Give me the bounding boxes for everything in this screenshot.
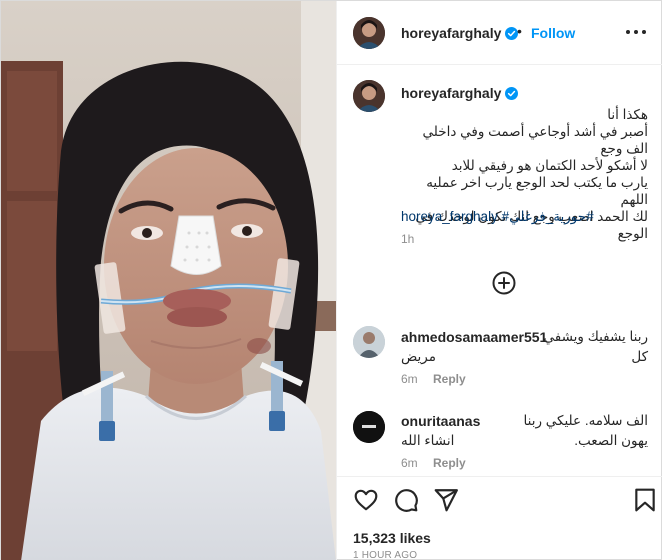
comment-bubble-icon[interactable] xyxy=(393,487,419,513)
post-header: horeyafarghaly • Follow xyxy=(337,1,662,65)
caption-avatar[interactable] xyxy=(353,80,385,112)
comment-time: 6m xyxy=(401,456,418,470)
reply-button[interactable]: Reply xyxy=(433,372,466,386)
post-photo[interactable] xyxy=(1,1,336,560)
caption-line: هكذا أنا xyxy=(607,107,648,122)
caption-line: لا أشكو لأحد الكتمان هو رفيقي للابد xyxy=(451,158,648,173)
comment-text-continued: مريض xyxy=(401,349,436,364)
comment-meta: 6m Reply xyxy=(401,372,466,386)
post-image xyxy=(1,1,336,560)
caption-timestamp[interactable]: 1h xyxy=(401,232,414,246)
post-actions: 15,323 likes 1 HOUR AGO xyxy=(337,476,662,560)
caption-line: يارب ما يكتب لحد الوجع يارب اخر عمليه ال… xyxy=(426,175,648,207)
caption-username[interactable]: horeyafarghaly xyxy=(401,85,519,101)
author-avatar[interactable] xyxy=(353,17,385,49)
paper-plane-icon[interactable] xyxy=(433,487,459,513)
comments-section[interactable]: horeyafarghaly هكذا أنا أصبر في أشد أوجا… xyxy=(337,66,662,476)
commenter-username[interactable]: onuritaanas xyxy=(401,413,480,429)
comment-meta: 6m Reply xyxy=(401,456,466,470)
plus-circle-icon[interactable] xyxy=(492,271,516,295)
bookmark-icon[interactable] xyxy=(632,487,658,513)
comment-text-continued: انشاء الله xyxy=(401,433,455,448)
caption-hashtags: horeya_farghaly #حورية_فرغلي# xyxy=(401,209,648,225)
post-timestamp[interactable]: 1 HOUR AGO xyxy=(353,550,417,560)
like-count[interactable]: 15,323 likes xyxy=(353,530,431,546)
more-options-icon[interactable] xyxy=(626,25,646,39)
comment-time: 6m xyxy=(401,372,418,386)
heart-icon[interactable] xyxy=(353,487,379,513)
header-separator: • xyxy=(517,23,522,39)
post-sidebar: horeyafarghaly • Follow horeyafarghaly ه… xyxy=(336,1,662,560)
caption-line: أصبر في أشد أوجاعي أصمت وفي داخلي الف وج… xyxy=(422,124,648,156)
reply-button[interactable]: Reply xyxy=(433,456,466,470)
commenter-avatar[interactable] xyxy=(353,326,385,358)
verified-badge-icon xyxy=(505,87,519,100)
commenter-username[interactable]: ahmedosamaamer551 xyxy=(401,329,547,345)
follow-button[interactable]: Follow xyxy=(531,25,575,41)
post-dialog: horeyafarghaly • Follow horeyafarghaly ه… xyxy=(0,0,662,560)
author-username[interactable]: horeyafarghaly xyxy=(401,25,519,41)
hashtag-link[interactable]: horeya_farghaly #حورية_فرغلي# xyxy=(401,209,594,224)
commenter-avatar[interactable] xyxy=(353,411,385,443)
